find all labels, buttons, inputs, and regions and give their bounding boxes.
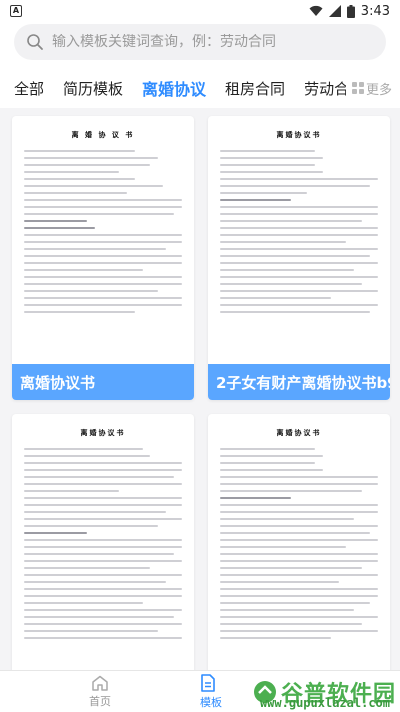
template-card[interactable]: 离 婚 协 议 书 离婚协议书 [12,116,194,400]
search-bar-container [0,22,400,68]
document-title: 离 婚 协 议 书 [71,131,135,139]
signal-icon [328,5,341,17]
document-preview: 离婚协议书 [208,414,390,688]
search-bar[interactable] [14,24,386,60]
search-icon [27,34,43,50]
document-icon [201,673,215,692]
search-input[interactable] [52,34,374,50]
template-card[interactable]: 离婚协议书 [12,414,194,688]
template-title: 2子女有财产离婚协议书b9 [208,364,390,400]
nav-templates-label: 模板 [200,695,222,709]
more-label: 更多 [365,82,392,98]
tab-all[interactable]: 全部 [14,78,44,99]
document-title: 离婚协议书 [276,429,322,437]
nav-home-label: 首页 [89,694,111,708]
more-categories-button[interactable]: 更多 [345,68,392,108]
home-icon [92,675,108,691]
tab-divorce-agreement[interactable]: 离婚协议 [142,76,206,100]
status-bar: A 3:43 [0,0,400,22]
grid-icon [351,82,364,94]
template-grid: 离 婚 协 议 书 离婚协议书 离婚协议书 2子女有财产离婚协议书b9 离婚协议… [0,108,400,688]
document-title: 离婚协议书 [80,429,126,437]
document-preview: 离婚协议书 [208,116,390,364]
template-card[interactable]: 离婚协议书 [208,414,390,688]
category-tabs: 全部 简历模板 离婚协议 租房合同 劳动合同 更多 [0,68,400,108]
document-preview: 离 婚 协 议 书 [12,116,194,364]
document-title: 离婚协议书 [276,131,322,139]
tab-rental-contract[interactable]: 租房合同 [225,78,285,99]
template-card[interactable]: 离婚协议书 2子女有财产离婚协议书b9 [208,116,390,400]
wifi-icon [309,5,323,16]
nav-home[interactable]: 首页 [0,671,200,712]
status-time: 3:43 [360,3,390,19]
battery-icon [346,4,355,18]
template-title: 离婚协议书 [12,364,194,400]
document-preview: 离婚协议书 [12,414,194,688]
tab-resume-templates[interactable]: 简历模板 [63,78,123,99]
watermark-url: www.gupuxlazal.com [259,696,390,710]
site-watermark: 谷普软件园 www.gupuxlazal.com [253,676,396,710]
app-notification-icon: A [10,5,22,17]
